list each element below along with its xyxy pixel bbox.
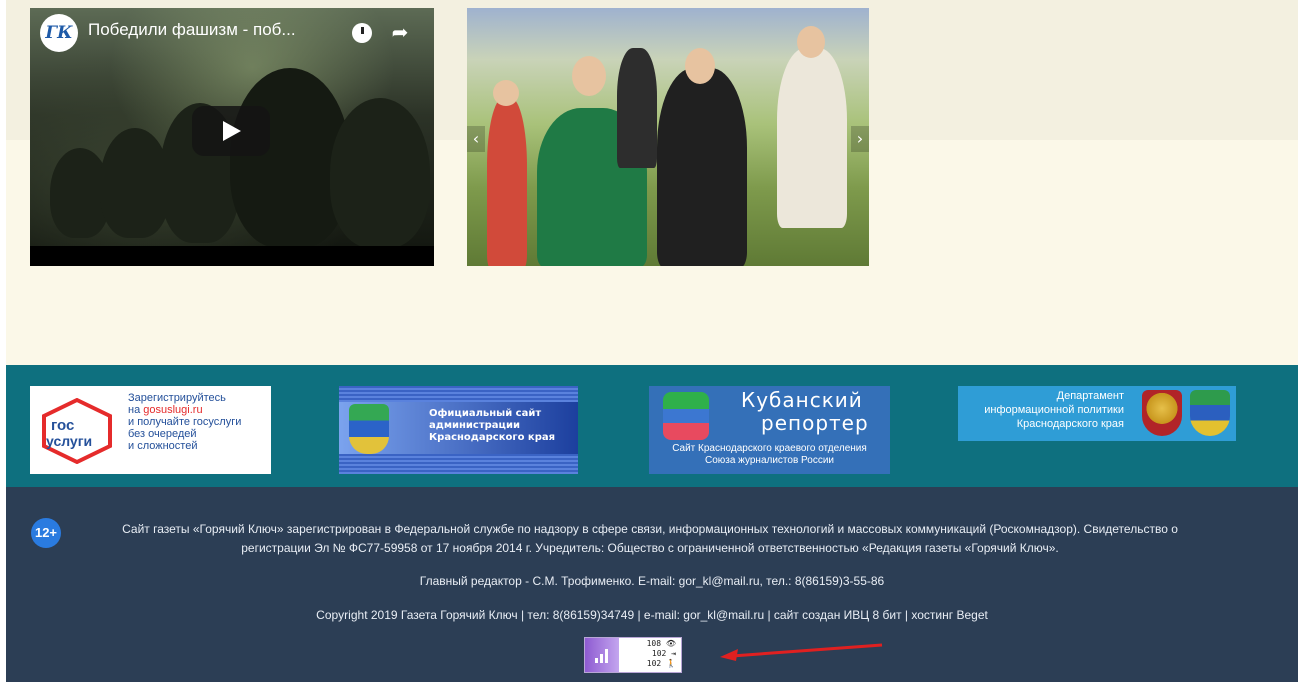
- photo-slider[interactable]: ‹ ›: [467, 8, 869, 266]
- counter-views: 108 👁: [646, 639, 676, 648]
- gosuslugi-banner[interactable]: гос услуги Зарегистрируйтесь на gosuslug…: [30, 386, 271, 474]
- gosuslugi-text: Зарегистрируйтесь на gosuslugi.ru и полу…: [128, 392, 242, 452]
- channel-logo[interactable]: ГК: [40, 14, 78, 52]
- photo-figure: [617, 48, 657, 168]
- editor-info: Главный редактор - С.М. Трофименко. E-ma…: [419, 574, 885, 588]
- registration-text: регистрации Эл № ФС77-59958 от 17 ноября…: [241, 541, 1059, 555]
- video-title[interactable]: Победили фашизм - поб...: [88, 20, 296, 40]
- krasnodar-emblem-icon: [349, 404, 389, 454]
- youtube-video-embed[interactable]: ГК Победили фашизм - поб... ➦: [30, 8, 434, 266]
- counter-visits: 102 ⇥: [651, 649, 676, 658]
- registration-text: Сайт газеты «Горячий Ключ» зарегистриров…: [122, 522, 1178, 536]
- krasnodar-admin-banner[interactable]: Официальный сайт администрации Краснодар…: [339, 386, 578, 474]
- visit-counter-widget[interactable]: 108 👁 102 ⇥ 102 🚶: [584, 637, 682, 673]
- share-arrow-icon[interactable]: ➦: [386, 18, 414, 46]
- counter-logo-icon: [585, 638, 619, 672]
- slider-next-arrow[interactable]: ›: [851, 126, 869, 152]
- kuban-reporter-title: репортер: [761, 411, 869, 435]
- photo-figure: [487, 98, 527, 266]
- info-policy-banner[interactable]: Департамент информационной политики Крас…: [958, 386, 1236, 441]
- counter-visitors: 102 🚶: [646, 659, 676, 668]
- photo-figure: [572, 56, 606, 96]
- kuban-reporter-banner[interactable]: Кубанский репортер Сайт Краснодарского к…: [649, 386, 890, 474]
- photo-figure: [493, 80, 519, 106]
- slider-prev-arrow[interactable]: ‹: [467, 126, 485, 152]
- gosuslugi-logo-icon: гос услуги: [42, 398, 112, 464]
- red-annotation-arrow-icon: [720, 643, 883, 661]
- photo-figure: [657, 68, 747, 266]
- copyright-text: Copyright 2019 Газета Горячий Ключ | тел…: [316, 608, 988, 622]
- counter-values: 108 👁 102 ⇥ 102 🚶: [647, 639, 676, 669]
- svg-text:гос: гос: [51, 417, 74, 434]
- russia-coat-of-arms-icon: [1142, 390, 1182, 436]
- photo-figure: [685, 48, 715, 84]
- play-icon[interactable]: [192, 106, 270, 156]
- kuban-reporter-title: Кубанский: [741, 388, 863, 412]
- svg-text:услуги: услуги: [46, 433, 92, 449]
- photo-figure: [797, 26, 825, 58]
- kuban-reporter-logo-icon: [663, 392, 709, 440]
- photo-figure: [777, 48, 847, 228]
- krasnodar-coat-of-arms-icon: [1190, 390, 1230, 436]
- admin-banner-text: Официальный сайт администрации Краснодар…: [429, 408, 556, 443]
- clock-icon[interactable]: [348, 18, 376, 46]
- info-policy-text: Департамент информационной политики Крас…: [984, 390, 1124, 430]
- kuban-reporter-subtitle: Сайт Краснодарского краевого отделения С…: [672, 443, 867, 466]
- age-rating-badge: 12+: [31, 518, 61, 548]
- video-bottom-bar: [30, 246, 434, 266]
